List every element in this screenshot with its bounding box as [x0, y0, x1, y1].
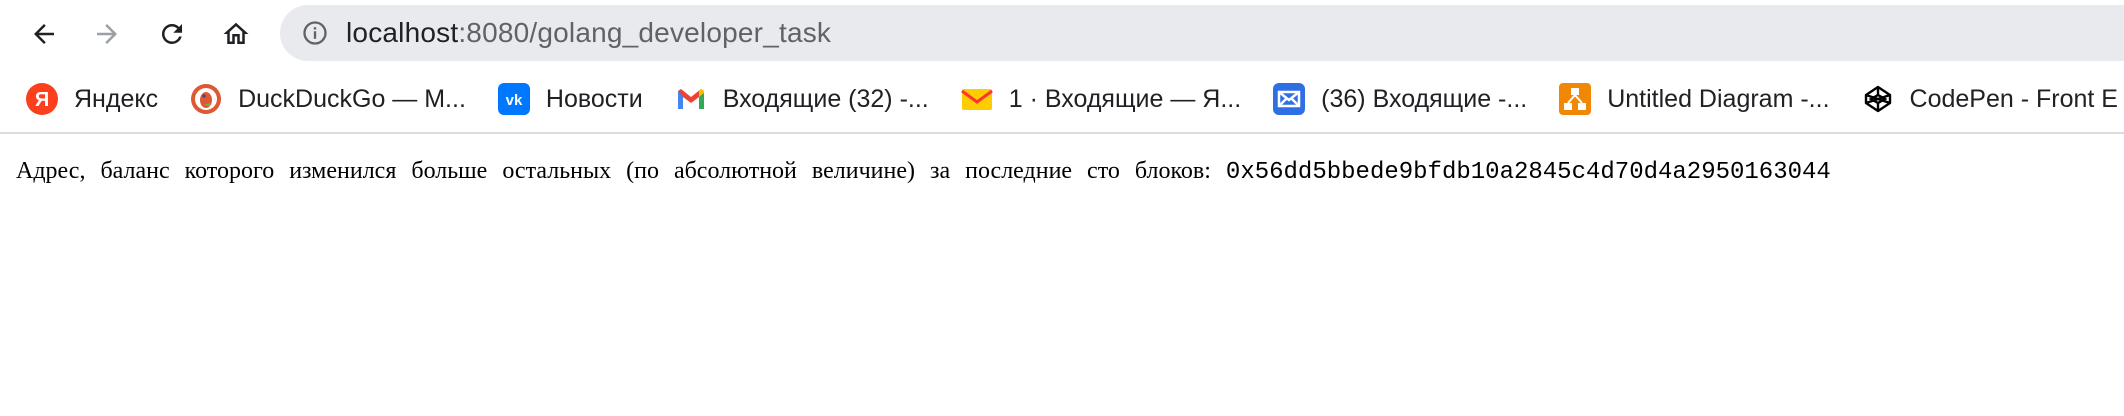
reload-button[interactable] — [148, 10, 196, 58]
bookmark-duckduckgo[interactable]: DuckDuckGo — M... — [190, 83, 466, 115]
bookmark-label: 1 · Входящие — Я... — [1008, 84, 1242, 113]
bookmark-yandex-mail[interactable]: 1 · Входящие — Я... — [960, 83, 1242, 115]
bookmarks-bar: Я Яндекс DuckDuckGo — M... vk Новости Вх… — [0, 66, 2124, 134]
bookmark-vk-news[interactable]: vk Новости — [497, 83, 643, 115]
yandex-icon: Я — [26, 83, 58, 115]
arrow-right-icon — [97, 24, 117, 44]
arrow-left-icon — [34, 24, 54, 44]
svg-text:vk: vk — [506, 92, 523, 109]
vk-icon: vk — [497, 83, 530, 115]
bookmark-mail[interactable]: (36) Входящие -... — [1273, 83, 1527, 115]
bookmark-drawio[interactable]: Untitled Diagram -... — [1559, 83, 1830, 115]
bookmark-label: Входящие (32) -... — [722, 84, 929, 113]
address-bar[interactable]: localhost:8080/golang_developer_task — [280, 5, 2124, 61]
home-icon — [223, 22, 249, 44]
duckduckgo-icon — [190, 83, 222, 115]
bookmark-label: Новости — [545, 84, 643, 113]
result-address: 0x56dd5bbede9bfdb10a2845c4d70d4a29501630… — [1225, 159, 1831, 186]
bookmark-label: Untitled Diagram -... — [1607, 84, 1830, 113]
mail-icon — [1273, 83, 1306, 115]
reload-icon — [161, 23, 182, 44]
yandex-mail-icon — [960, 83, 993, 115]
bookmark-label: (36) Входящие -... — [1321, 84, 1528, 113]
site-info-icon[interactable] — [300, 18, 330, 48]
drawio-icon — [1559, 83, 1592, 115]
home-button[interactable] — [212, 10, 260, 58]
bookmark-yandex[interactable]: Я Яндекс — [26, 83, 158, 115]
page-content: Адрес, баланс которого изменился больше … — [0, 134, 2124, 210]
url-path: :8080/golang_developer_task — [458, 17, 832, 48]
svg-text:Я: Я — [35, 89, 49, 111]
gmail-icon — [675, 83, 707, 115]
result-message: Адрес, баланс которого изменился больше … — [16, 158, 1211, 184]
bookmark-gmail[interactable]: Входящие (32) -... — [675, 83, 929, 115]
bookmark-label: Яндекс — [74, 84, 159, 113]
forward-button[interactable] — [83, 10, 131, 58]
back-button[interactable] — [20, 10, 68, 58]
url-host: localhost — [346, 17, 459, 48]
bookmark-label: DuckDuckGo — M... — [238, 84, 466, 113]
codepen-icon — [1862, 83, 1894, 115]
url-text[interactable]: localhost:8080/golang_developer_task — [346, 17, 831, 49]
bookmark-label: CodePen - Front E — [1909, 84, 2118, 113]
bookmark-codepen[interactable]: CodePen - Front E — [1862, 83, 2118, 115]
browser-toolbar: localhost:8080/golang_developer_task — [0, 0, 2124, 66]
